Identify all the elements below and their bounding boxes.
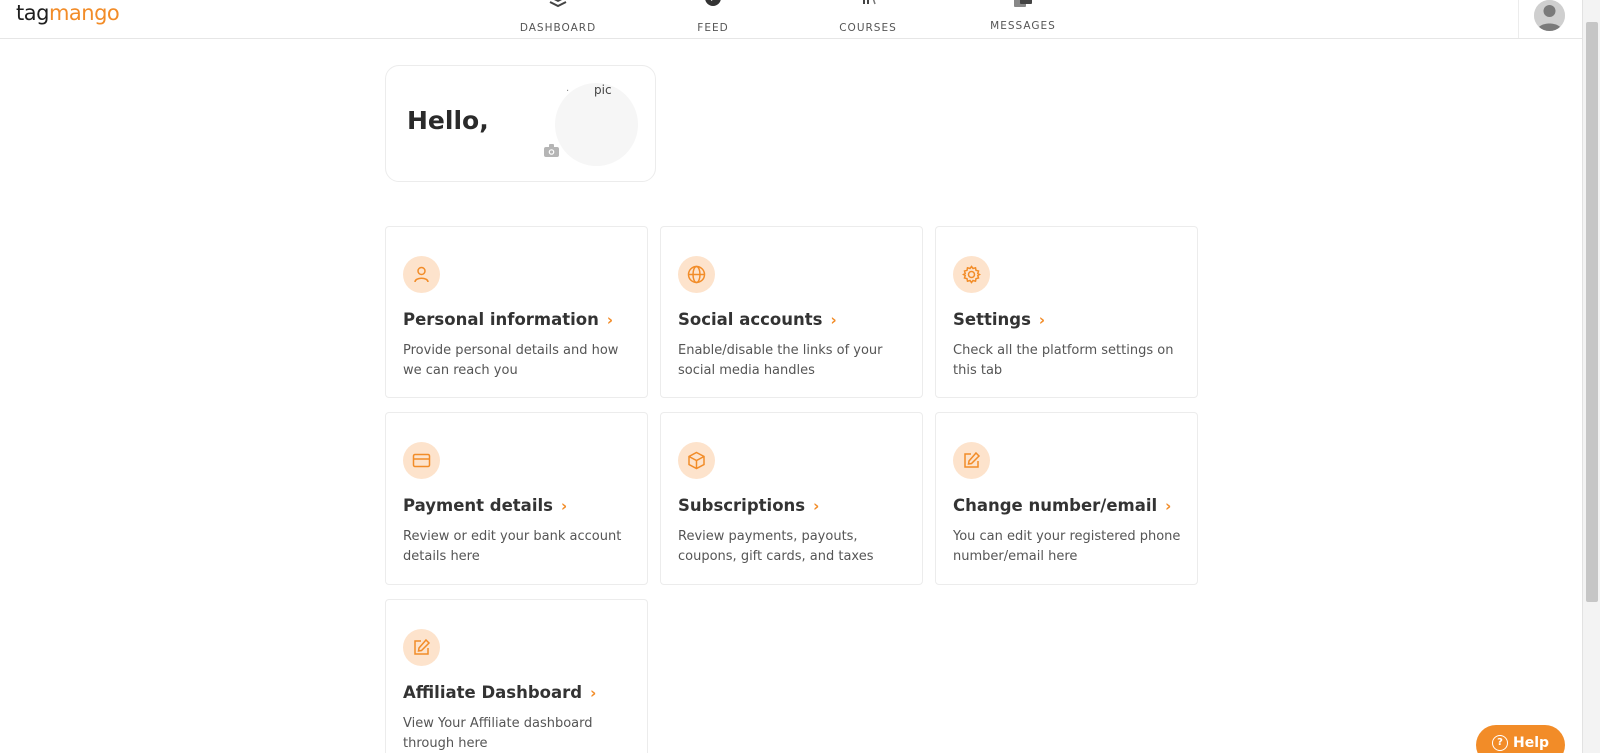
chevron-right-icon: › <box>830 311 837 329</box>
hello-card: Hello, . pic <box>385 65 656 182</box>
nav-label-courses: COURSES <box>839 22 897 34</box>
tile-icon-bg <box>678 256 715 293</box>
tile-description: Review payments, payouts, coupons, gift … <box>678 529 874 564</box>
profile-pic-alt-dot: . <box>566 83 570 94</box>
tile-description: Provide personal details and how we can … <box>403 343 619 378</box>
edit-icon <box>414 638 431 655</box>
tile-settings[interactable]: Settings › Check all the platform setting… <box>935 226 1198 398</box>
credit-card-icon <box>412 453 431 468</box>
logo-text-tag: tag <box>16 1 49 25</box>
tile-description: You can edit your registered phone numbe… <box>953 529 1181 564</box>
tile-personal-information[interactable]: Personal information › Provide personal d… <box>385 226 648 398</box>
tile-title: Social accounts › <box>678 310 837 329</box>
help-question-icon: ? <box>1492 735 1508 751</box>
messages-icon <box>1014 0 1032 7</box>
courses-books-icon <box>863 0 876 5</box>
nav-label-feed: FEED <box>697 22 729 34</box>
header-divider <box>1518 0 1519 38</box>
tile-title: Payment details › <box>403 496 568 515</box>
chevron-right-icon: › <box>606 311 614 329</box>
tile-description: Check all the platform settings on this … <box>953 343 1174 378</box>
chevron-right-icon: › <box>1165 497 1172 515</box>
tile-description: View Your Affiliate dashboard through he… <box>403 716 593 751</box>
chevron-right-icon: › <box>560 497 568 515</box>
nav-label-messages: MESSAGES <box>990 20 1056 32</box>
profile-pic-alt-text: pic <box>594 83 612 97</box>
vertical-scrollbar[interactable] <box>1582 0 1600 753</box>
scrollbar-thumb[interactable] <box>1586 22 1598 602</box>
tile-icon-bg <box>953 256 990 293</box>
tile-icon-bg <box>403 256 440 293</box>
tile-title: Affiliate Dashboard › <box>403 683 597 702</box>
tile-icon-bg <box>403 442 440 479</box>
user-avatar-icon[interactable] <box>1534 0 1565 31</box>
nav-label-dashboard: DASHBOARD <box>519 22 597 34</box>
help-button[interactable]: ? Help <box>1476 725 1565 753</box>
nav-dashboard[interactable]: DASHBOARD <box>498 0 618 38</box>
chevron-right-icon: › <box>813 497 820 515</box>
tile-description: Enable/disable the links of your social … <box>678 343 883 378</box>
tile-change-number-email[interactable]: Change number/email › You can edit your r… <box>935 412 1198 585</box>
gear-icon <box>962 265 981 284</box>
tile-title: Settings › <box>953 310 1046 329</box>
package-icon <box>688 451 705 470</box>
tile-icon-bg <box>953 442 990 479</box>
edit-icon <box>964 451 981 468</box>
logo-text-mango: mango <box>48 1 120 25</box>
nav-courses[interactable]: COURSES <box>808 0 928 38</box>
tile-payment-details[interactable]: Payment details › Review or edit your ban… <box>385 412 648 585</box>
page: tagmango DASHBOARD FEED COURSES MESSAGES… <box>0 0 1600 753</box>
tile-title: Change number/email › <box>953 496 1172 515</box>
user-icon <box>414 266 429 283</box>
help-label: Help <box>1513 735 1550 751</box>
avatar-silhouette-icon <box>1534 0 1565 31</box>
tile-affiliate-dashboard[interactable]: Affiliate Dashboard › View Your Affiliate… <box>385 599 648 753</box>
tile-subscriptions[interactable]: Subscriptions › Review payments, payouts,… <box>660 412 923 585</box>
dashboard-layers-icon <box>549 0 567 8</box>
tile-icon-bg <box>678 442 715 479</box>
chevron-right-icon: › <box>1038 311 1046 329</box>
globe-icon <box>687 265 706 284</box>
tagmango-logo[interactable]: tagmango <box>16 0 120 27</box>
nav-messages[interactable]: MESSAGES <box>963 0 1083 38</box>
hello-greeting: Hello, <box>407 106 489 135</box>
nav-feed[interactable]: FEED <box>653 0 773 38</box>
top-header: tagmango DASHBOARD FEED COURSES MESSAGES <box>0 0 1582 39</box>
tile-description: Review or edit your bank account details… <box>403 529 622 564</box>
chevron-right-icon: › <box>590 684 597 702</box>
feed-icon <box>705 0 721 6</box>
camera-icon[interactable] <box>544 144 559 157</box>
tile-social-accounts[interactable]: Social accounts › Enable/disable the link… <box>660 226 923 398</box>
tile-title: Personal information › <box>403 310 614 329</box>
tile-icon-bg <box>403 629 440 666</box>
tile-title: Subscriptions › <box>678 496 820 515</box>
